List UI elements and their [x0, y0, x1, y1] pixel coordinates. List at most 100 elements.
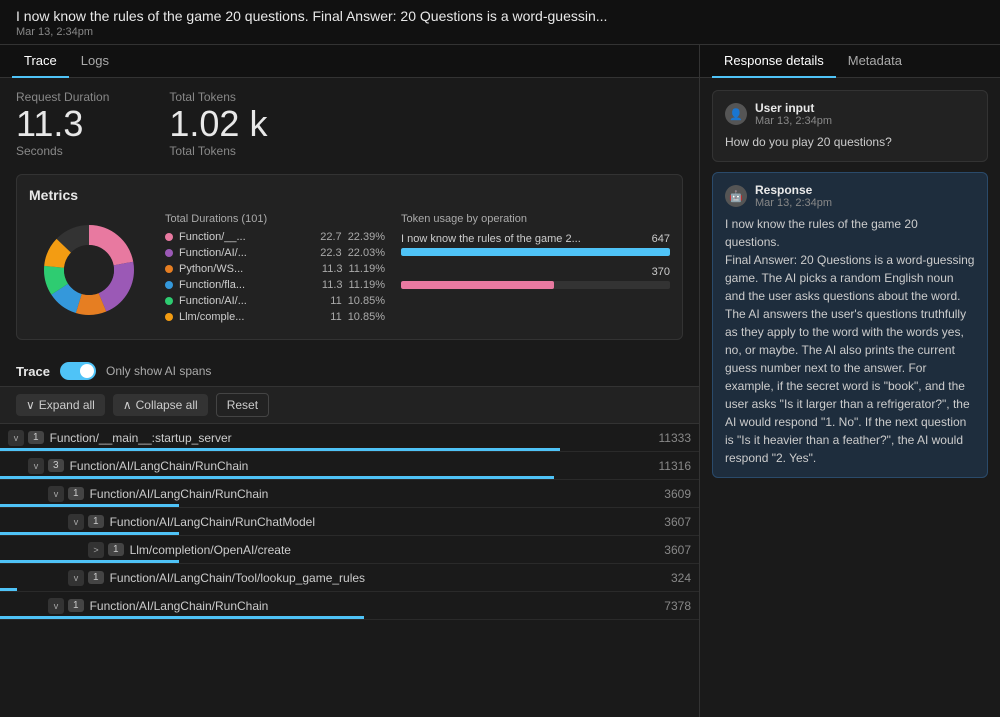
user-date: Mar 13, 2:34pm: [755, 115, 832, 127]
tab-metadata[interactable]: Metadata: [836, 45, 914, 78]
stats-row: Request Duration 11.3 Seconds Total Toke…: [16, 90, 683, 158]
trace-duration: 324: [671, 571, 691, 585]
trace-count: 1: [88, 571, 104, 584]
trace-duration: 3609: [664, 487, 691, 501]
token-bar-row: 370: [401, 266, 670, 289]
response-role: Response: [755, 183, 832, 197]
token-bar-fill: [401, 248, 670, 256]
user-input-card: 👤 User input Mar 13, 2:34pm How do you p…: [712, 90, 988, 162]
trace-action-bar: ∨ Expand all ∧ Collapse all Reset: [0, 386, 699, 424]
legend-name: Python/WS...: [179, 263, 312, 275]
right-content: 👤 User input Mar 13, 2:34pm How do you p…: [700, 78, 1000, 717]
legend-name: Function/__...: [179, 231, 310, 243]
legend-dot: [165, 233, 173, 241]
trace-name: Function/AI/LangChain/RunChatModel: [110, 515, 657, 529]
trace-row[interactable]: v 1 Function/AI/LangChain/RunChain 3609: [0, 480, 699, 508]
trace-toggle[interactable]: v: [68, 514, 84, 530]
tab-trace[interactable]: Trace: [12, 45, 69, 78]
duration-stat: Request Duration 11.3 Seconds: [16, 90, 109, 158]
trace-duration: 3607: [664, 515, 691, 529]
expand-all-button[interactable]: ∨ Expand all: [16, 394, 105, 416]
user-meta: User input Mar 13, 2:34pm: [755, 101, 832, 127]
legend-pct: 10.85%: [348, 295, 385, 307]
trace-duration: 11333: [659, 431, 691, 445]
legend-pct: 22.39%: [348, 231, 385, 243]
collapse-all-label: Collapse all: [136, 398, 198, 412]
duration-value: 11.3: [16, 106, 109, 142]
trace-indent: > 1: [8, 542, 124, 558]
token-bar-row: I now know the rules of the game 2... 64…: [401, 233, 670, 256]
trace-name: Function/AI/LangChain/RunChain: [90, 599, 657, 613]
legend-item: Llm/comple... 11 10.85%: [165, 311, 385, 323]
legend-name: Function/AI/...: [179, 247, 310, 259]
trace-row[interactable]: v 1 Function/__main__:startup_server 113…: [0, 424, 699, 452]
trace-row[interactable]: v 1 Function/AI/LangChain/Tool/lookup_ga…: [0, 564, 699, 592]
right-tabs: Response details Metadata: [700, 45, 1000, 78]
tab-logs[interactable]: Logs: [69, 45, 121, 78]
collapse-all-button[interactable]: ∧ Collapse all: [113, 394, 208, 416]
legend-value: 11: [330, 311, 341, 323]
trace-name: Llm/completion/OpenAI/create: [130, 543, 657, 557]
donut-chart: [39, 220, 139, 320]
chevron-down-icon: ∨: [26, 398, 35, 412]
token-bar-name: I now know the rules of the game 2...: [401, 233, 581, 245]
trace-name: Function/AI/LangChain/RunChain: [70, 459, 651, 473]
legend-value: 22.3: [320, 247, 341, 259]
legend-value: 11.3: [322, 279, 343, 291]
trace-row[interactable]: v 3 Function/AI/LangChain/RunChain 11316: [0, 452, 699, 480]
trace-row[interactable]: v 1 Function/AI/LangChain/RunChatModel 3…: [0, 508, 699, 536]
user-role: User input: [755, 101, 832, 115]
ai-spans-toggle[interactable]: [60, 362, 96, 380]
page-date: Mar 13, 2:34pm: [16, 26, 984, 38]
trace-bar: [0, 560, 179, 563]
trace-indent: v 1: [8, 514, 104, 530]
trace-toggle[interactable]: >: [88, 542, 104, 558]
trace-bar: [0, 448, 560, 451]
trace-toggle[interactable]: v: [28, 458, 44, 474]
trace-toggle[interactable]: v: [48, 598, 64, 614]
trace-toggle[interactable]: v: [48, 486, 64, 502]
token-bar-label: I now know the rules of the game 2... 64…: [401, 233, 670, 245]
left-panel: Trace Logs Request Duration 11.3 Seconds…: [0, 45, 700, 717]
reset-label: Reset: [227, 398, 258, 412]
response-avatar: 🤖: [725, 185, 747, 207]
token-bars: I now know the rules of the game 2... 64…: [401, 233, 670, 289]
legend-pct: 11.19%: [349, 279, 386, 291]
toggle-knob: [80, 364, 94, 378]
tokens-unit: Total Tokens: [169, 144, 267, 158]
trace-indent: v 1: [8, 486, 84, 502]
reset-button[interactable]: Reset: [216, 393, 269, 417]
trace-row[interactable]: v 1 Function/AI/LangChain/RunChain 7378: [0, 592, 699, 620]
trace-toggle[interactable]: v: [68, 570, 84, 586]
metrics-box: Metrics: [16, 174, 683, 340]
legend-dot: [165, 313, 173, 321]
legend-item: Function/__... 22.7 22.39%: [165, 231, 385, 243]
response-header: 🤖 Response Mar 13, 2:34pm: [725, 183, 975, 209]
tokens-stat: Total Tokens 1.02 k Total Tokens: [169, 90, 267, 158]
main-layout: Trace Logs Request Duration 11.3 Seconds…: [0, 45, 1000, 717]
trace-indent: v 3: [8, 458, 64, 474]
tokens-value: 1.02 k: [169, 106, 267, 142]
legend-dot: [165, 249, 173, 257]
trace-toggle[interactable]: v: [8, 430, 24, 446]
right-panel: Response details Metadata 👤 User input M…: [700, 45, 1000, 717]
metrics-title: Metrics: [29, 187, 670, 203]
metrics-inner: Total Durations (101) Function/__... 22.…: [29, 213, 670, 327]
trace-duration: 11316: [659, 459, 691, 473]
trace-bar: [0, 504, 179, 507]
tab-response-details[interactable]: Response details: [712, 45, 836, 78]
trace-controls: Trace Only show AI spans: [0, 352, 699, 386]
token-title: Token usage by operation: [401, 213, 670, 225]
trace-duration: 7378: [664, 599, 691, 613]
trace-count: 1: [68, 487, 84, 500]
metrics-section: Request Duration 11.3 Seconds Total Toke…: [0, 78, 699, 352]
legend-value: 11: [330, 295, 341, 307]
legend-dot: [165, 265, 173, 273]
response-date: Mar 13, 2:34pm: [755, 197, 832, 209]
legend-value: 22.7: [320, 231, 341, 243]
chevron-up-icon: ∧: [123, 398, 132, 412]
trace-label: Trace: [16, 364, 50, 379]
duration-unit: Seconds: [16, 144, 109, 158]
trace-row[interactable]: > 1 Llm/completion/OpenAI/create 3607: [0, 536, 699, 564]
page-header: I now know the rules of the game 20 ques…: [0, 0, 1000, 45]
